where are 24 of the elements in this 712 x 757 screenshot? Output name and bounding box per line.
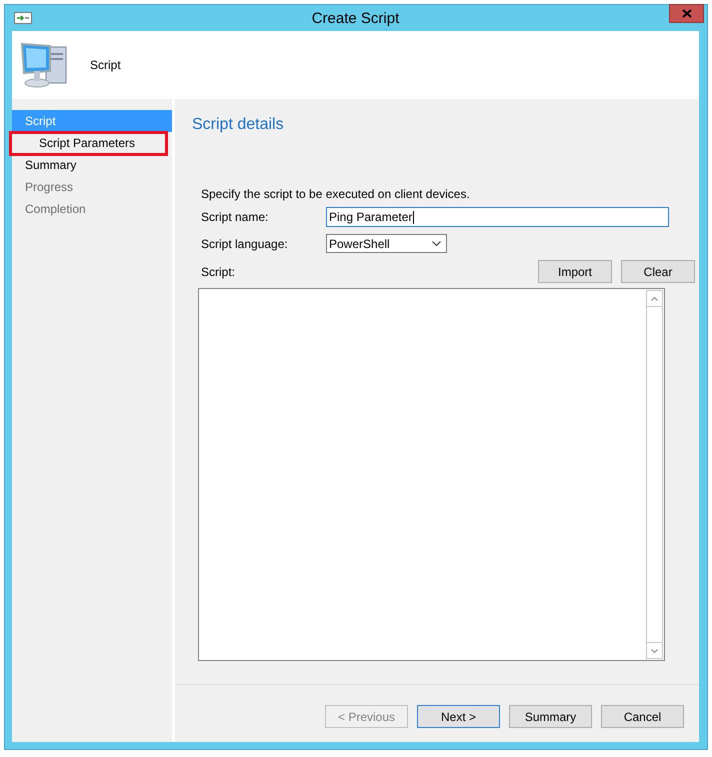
clear-button[interactable]: Clear (621, 260, 695, 283)
scroll-down-icon (651, 648, 658, 652)
next-button[interactable]: Next > (417, 705, 500, 728)
scrollbar[interactable] (646, 290, 663, 659)
close-icon (682, 9, 692, 18)
field-label: Script name: (201, 210, 270, 224)
scroll-up-icon (651, 296, 658, 300)
chevron-down-icon (432, 240, 441, 246)
window-title: Create Script (312, 10, 400, 26)
cancel-button[interactable]: Cancel (601, 705, 684, 728)
field-label: Script: (201, 264, 236, 278)
instruction-text: Specify the script to be executed on client devices. (201, 187, 471, 201)
field-label: Script language: (201, 236, 289, 250)
script-editor[interactable] (198, 288, 665, 661)
nav-item[interactable]: Summary (12, 154, 172, 176)
import-button[interactable]: Import (538, 260, 612, 283)
page-title: Script details (192, 116, 285, 134)
window-icon (14, 12, 32, 24)
summary-button[interactable]: Summary (509, 705, 592, 728)
dropdown[interactable]: PowerShell (326, 234, 447, 253)
close-button[interactable] (669, 4, 704, 23)
header-title: Script (90, 58, 121, 72)
text-field[interactable]: Ping Parameter (326, 207, 669, 227)
nav-item[interactable]: Script Parameters (11, 133, 166, 154)
